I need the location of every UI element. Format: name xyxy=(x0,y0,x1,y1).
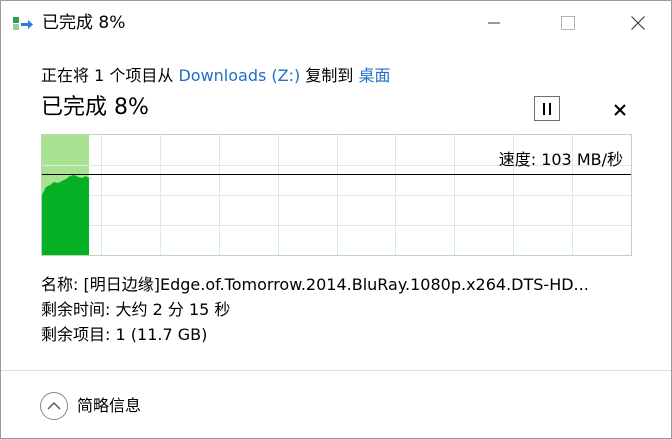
title-bar[interactable]: 已完成 8% xyxy=(1,1,671,45)
cancel-button[interactable] xyxy=(607,97,633,122)
time-remaining-label: 剩余时间: xyxy=(41,300,111,319)
maximize-icon xyxy=(561,16,575,30)
items-remaining-row: 剩余项目: 1 (11.7 GB) xyxy=(41,324,641,346)
speed-area xyxy=(42,175,94,255)
copy-prefix: 正在将 1 个项目从 xyxy=(41,66,179,85)
close-icon xyxy=(631,16,645,30)
items-remaining-label: 剩余项目: xyxy=(41,325,111,344)
maximize-button[interactable] xyxy=(545,1,591,45)
destination-link[interactable]: 桌面 xyxy=(358,66,390,85)
footer-divider xyxy=(1,370,671,371)
progress-heading: 已完成 8% xyxy=(41,95,149,120)
copy-middle: 复制到 xyxy=(300,66,359,85)
file-name-label: 名称: xyxy=(41,275,79,294)
file-name-row: 名称: [明日边缘]Edge.of.Tomorrow.2014.BluRay.1… xyxy=(41,274,641,296)
pause-icon xyxy=(543,102,551,115)
fewer-details-toggle[interactable]: 简略信息 xyxy=(40,391,141,421)
time-remaining-row: 剩余时间: 大约 2 分 15 秒 xyxy=(41,299,641,321)
pause-button[interactable] xyxy=(534,96,560,121)
chevron-up-icon xyxy=(40,392,68,420)
minimize-icon xyxy=(488,22,500,24)
file-name-value: [明日边缘]Edge.of.Tomorrow.2014.BluRay.1080p… xyxy=(83,275,589,294)
fewer-details-label: 简略信息 xyxy=(77,396,142,415)
window-title: 已完成 8% xyxy=(42,13,126,33)
speed-graph: 速度: 103 MB/秒 xyxy=(41,134,632,256)
minimize-button[interactable] xyxy=(471,1,517,45)
cancel-icon xyxy=(614,103,626,116)
copy-progress-dialog: 已完成 8% 正在将 1 个项目从 Downloads (Z:) 复制到 桌面 … xyxy=(0,0,672,439)
time-remaining-value: 大约 2 分 15 秒 xyxy=(115,300,231,319)
source-link[interactable]: Downloads (Z:) xyxy=(178,66,300,85)
copy-description: 正在将 1 个项目从 Downloads (Z:) 复制到 桌面 xyxy=(41,65,390,87)
copy-arrow-icon xyxy=(13,15,33,31)
items-remaining-value: 1 (11.7 GB) xyxy=(115,325,208,344)
close-button[interactable] xyxy=(615,1,661,45)
speed-label: 速度: 103 MB/秒 xyxy=(498,150,623,169)
